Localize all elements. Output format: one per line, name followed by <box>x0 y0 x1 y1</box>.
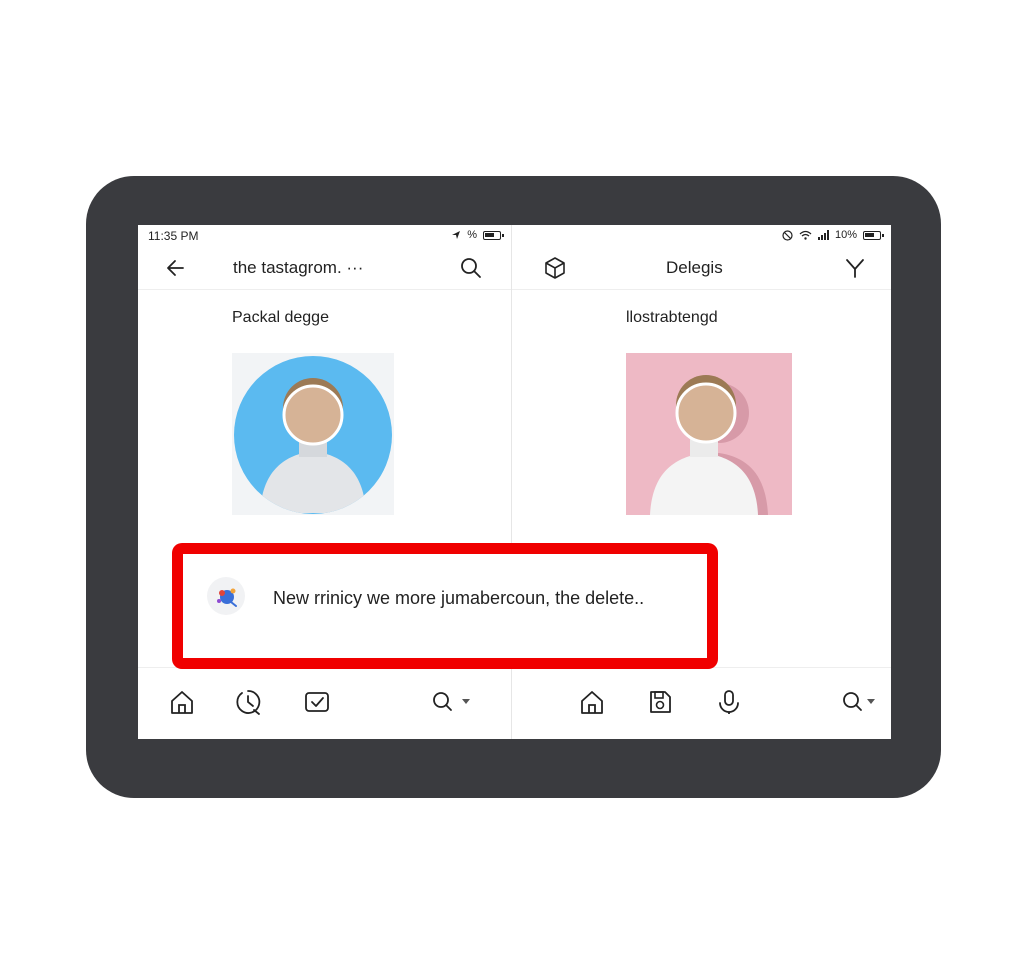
search-dropdown-icon[interactable] <box>840 688 884 716</box>
battery-percent: % <box>467 229 477 241</box>
section-title: llostrabtengd <box>626 309 718 326</box>
notification-toast[interactable]: New rrinicy we more jumabercoun, the del… <box>172 543 718 669</box>
status-bar-right: 10% <box>782 229 884 241</box>
battery-icon <box>483 230 504 240</box>
home-icon[interactable] <box>578 688 606 716</box>
check-box-icon[interactable] <box>303 688 331 716</box>
cube-icon[interactable] <box>542 255 568 281</box>
right-app-bar: Delegis <box>512 247 891 290</box>
profile-avatar[interactable] <box>232 353 394 515</box>
microphone-icon[interactable] <box>715 688 743 716</box>
search-dropdown-icon[interactable] <box>430 688 474 716</box>
history-icon[interactable] <box>234 688 262 716</box>
back-arrow-icon[interactable] <box>163 255 189 281</box>
left-bottom-nav <box>138 667 511 739</box>
app-title: Delegis <box>666 258 723 277</box>
right-bottom-nav <box>512 667 891 739</box>
home-icon[interactable] <box>168 688 196 716</box>
section-title: Packal degge <box>232 309 329 326</box>
dnd-icon <box>782 229 793 241</box>
battery-percent: 10% <box>834 229 857 241</box>
status-bar-left: % <box>451 229 504 241</box>
app-logo-icon <box>207 577 245 615</box>
battery-icon <box>863 230 884 240</box>
wifi-icon <box>799 230 812 240</box>
search-icon[interactable] <box>458 255 484 281</box>
signal-icon <box>817 230 829 240</box>
tablet-device: 11:35 PM % the tastagrom. ··· Packal deg… <box>86 176 941 798</box>
status-time: 11:35 PM <box>148 229 199 243</box>
notification-message: New rrinicy we more jumabercoun, the del… <box>273 588 645 608</box>
profile-avatar[interactable] <box>626 353 792 515</box>
location-icon <box>451 230 461 240</box>
filter-icon[interactable] <box>842 255 868 281</box>
left-app-bar: the tastagrom. ··· <box>138 247 511 290</box>
save-icon[interactable] <box>646 688 674 716</box>
app-title: the tastagrom. ··· <box>233 258 364 277</box>
